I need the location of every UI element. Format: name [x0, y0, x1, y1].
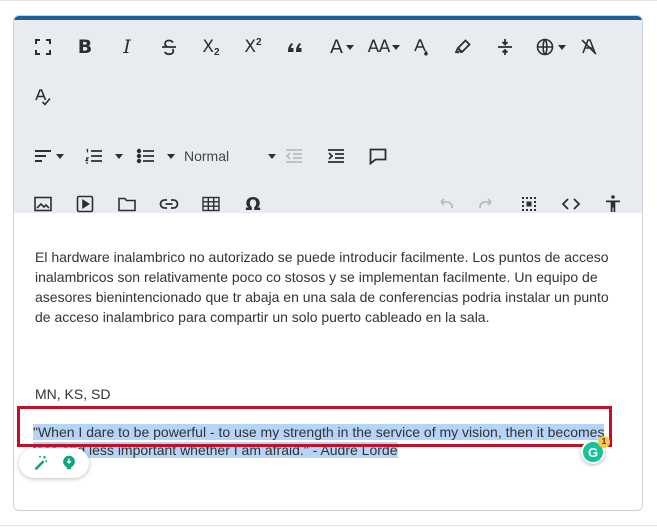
font-size-icon[interactable]: AA: [364, 32, 404, 62]
subscript-digit: 2: [214, 46, 220, 58]
spellcheck-icon[interactable]: [28, 82, 58, 112]
chevron-down-icon: [392, 44, 401, 50]
lightbulb-icon[interactable]: [58, 452, 80, 474]
grammarly-count-badge: 1: [598, 436, 610, 448]
font-color-icon[interactable]: A: [322, 32, 362, 62]
superscript-digit: 2: [256, 36, 262, 48]
strikethrough-icon[interactable]: [154, 32, 184, 62]
editor-content[interactable]: El hardware inalambrico no autorizado se…: [14, 213, 642, 510]
font-size-label: AA: [367, 37, 391, 57]
unordered-list-dropdown[interactable]: [154, 141, 184, 171]
body-paragraph[interactable]: El hardware inalambrico no autorizado se…: [35, 247, 620, 327]
outdent-icon[interactable]: [279, 141, 309, 171]
chevron-down-icon: [346, 44, 354, 50]
bold-label: B: [77, 36, 93, 58]
paragraph-format-select[interactable]: Normal: [184, 141, 276, 171]
bottom-divider: [0, 525, 657, 526]
states-line[interactable]: MN, KS, SD: [35, 386, 110, 402]
superscript-label: X: [244, 37, 257, 57]
italic-icon[interactable]: I: [112, 32, 142, 62]
chevron-down-icon: [166, 153, 175, 159]
fullscreen-icon[interactable]: [28, 32, 58, 62]
top-divider: [0, 0, 657, 1]
align-icon[interactable]: [28, 141, 68, 171]
fill-color-icon[interactable]: [406, 32, 436, 62]
editor-toolbar: B I X2 X2 A AA Normal Ω: [14, 20, 642, 215]
superscript-icon[interactable]: X2: [238, 32, 268, 62]
selected-quote[interactable]: "When I dare to be powerful - to use my …: [33, 423, 611, 459]
italic-label: I: [123, 36, 131, 58]
subscript-icon[interactable]: X2: [196, 32, 226, 62]
comment-icon[interactable]: [363, 141, 393, 171]
bold-icon[interactable]: B: [70, 32, 100, 62]
writing-assistant-pill: [19, 448, 89, 478]
line-height-icon[interactable]: [490, 32, 520, 62]
clear-formatting-icon[interactable]: [574, 32, 604, 62]
chevron-down-icon: [114, 153, 123, 159]
special-characters-label: Ω: [245, 193, 261, 215]
indent-icon[interactable]: [321, 141, 351, 171]
paragraph-format-value: Normal: [184, 148, 230, 164]
magic-wand-icon[interactable]: [29, 452, 51, 474]
chevron-down-icon: [268, 154, 276, 159]
font-color-label: A: [330, 36, 343, 58]
subscript-label: X: [202, 37, 215, 57]
chevron-down-icon: [557, 44, 566, 50]
language-icon[interactable]: [530, 32, 570, 62]
highlight-icon[interactable]: [448, 32, 478, 62]
quote-selection[interactable]: "When I dare to be powerful - to use my …: [33, 424, 605, 458]
grammarly-letter: G: [587, 444, 599, 460]
rich-text-editor: B I X2 X2 A AA Normal Ω El hardware inal…: [13, 15, 643, 511]
blockquote-icon[interactable]: [280, 32, 310, 62]
chevron-down-icon: [55, 153, 64, 159]
